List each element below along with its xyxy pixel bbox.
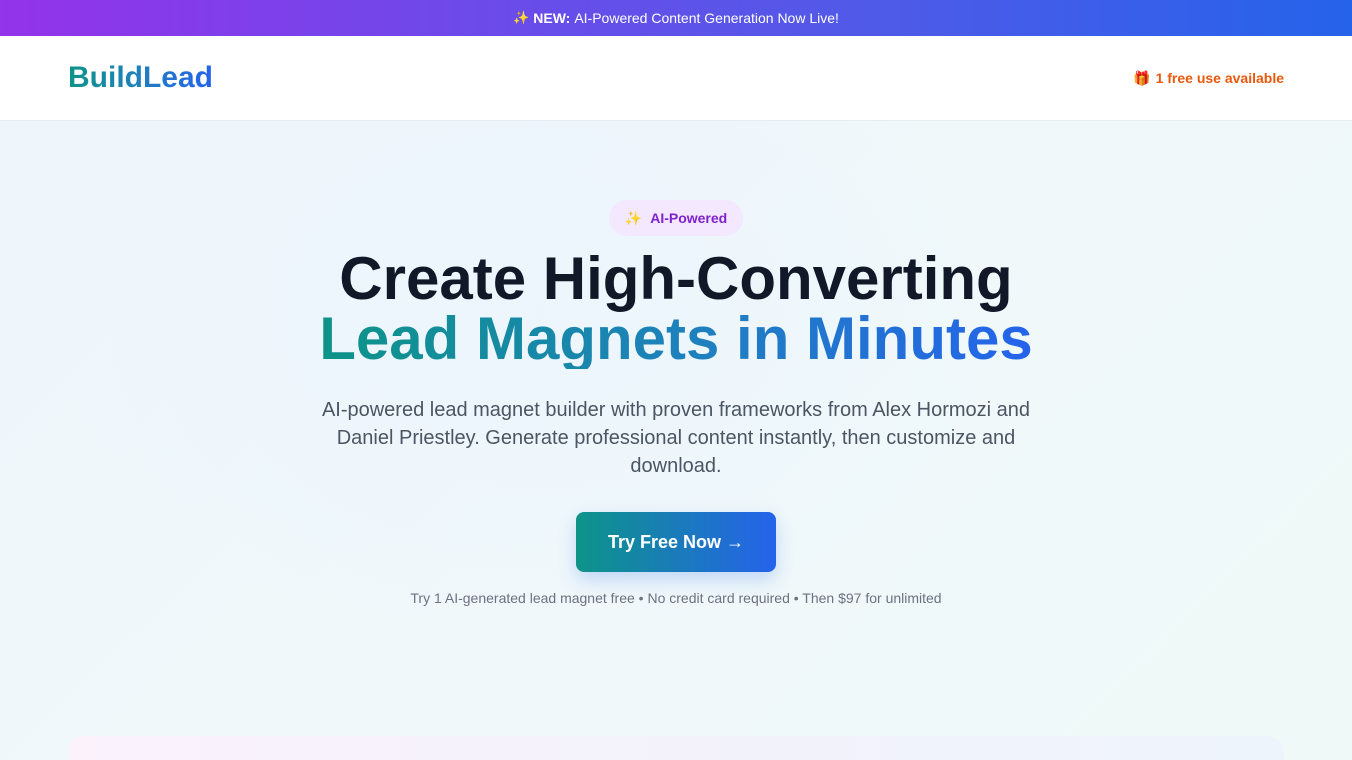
headline-line-1: Create High-Converting (339, 245, 1013, 312)
logo[interactable]: BuildLead (68, 61, 213, 95)
headline-line-2: Lead Magnets in Minutes (319, 305, 1033, 372)
sparkle-icon: ✨ (513, 10, 530, 25)
feature-card-preview (68, 736, 1284, 760)
announcement-text: AI-Powered Content Generation Now Live! (574, 10, 839, 26)
page-title: Create High-Converting Lead Magnets in M… (0, 249, 1352, 369)
ai-powered-badge: ✨ AI-Powered (609, 200, 743, 236)
free-use-label: 1 free use available (1155, 70, 1284, 86)
site-header: BuildLead 🎁 1 free use available (0, 36, 1352, 121)
pricing-fineprint: Try 1 AI-generated lead magnet free • No… (410, 590, 942, 606)
gift-icon: 🎁 (1133, 69, 1151, 86)
free-use-indicator: 🎁 1 free use available (1133, 70, 1284, 87)
try-free-now-button[interactable]: Try Free Now → (576, 512, 776, 572)
sparkle-icon: ✨ (624, 209, 643, 226)
hero-description: AI-powered lead magnet builder with prov… (321, 399, 1031, 477)
ai-powered-label: AI-Powered (650, 210, 728, 226)
hero-section: ✨ AI-Powered Create High-Converting Lead… (0, 121, 1352, 760)
announcement-bar: ✨ NEW: AI-Powered Content Generation Now… (0, 0, 1352, 36)
announcement-badge: NEW: (533, 10, 571, 26)
